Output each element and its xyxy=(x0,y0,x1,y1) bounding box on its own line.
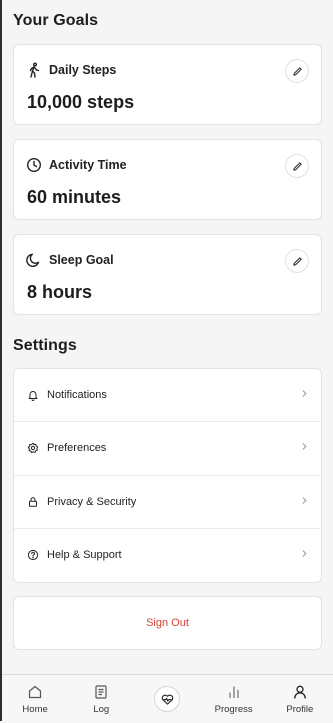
clock-icon xyxy=(26,157,42,173)
user-icon xyxy=(293,685,306,699)
chevron-right-icon xyxy=(302,496,307,504)
goal-header: Sleep Goal xyxy=(26,252,114,268)
edit-activity-time-button[interactable] xyxy=(285,154,309,178)
goal-card-sleep-goal: Sleep Goal 8 hours xyxy=(13,234,322,315)
settings-item-preferences[interactable]: Preferences xyxy=(14,422,321,476)
settings-item-label: Notifications xyxy=(47,389,107,402)
goals-section-title: Your Goals xyxy=(13,12,99,29)
goal-value: 8 hours xyxy=(27,282,93,302)
home-icon xyxy=(28,685,42,698)
chevron-right-icon xyxy=(302,550,307,558)
nav-label: Home xyxy=(22,703,48,715)
settings-item-help-support[interactable]: Help & Support xyxy=(14,529,321,582)
nav-item-home[interactable]: Home xyxy=(5,675,65,723)
heart-pulse-icon xyxy=(161,694,174,705)
lock-icon xyxy=(29,496,37,507)
pencil-icon xyxy=(292,66,302,76)
goal-card-activity-time: Activity Time 60 minutes xyxy=(13,139,322,220)
goal-header: Daily Steps xyxy=(26,62,116,78)
profile-scroll-area[interactable]: Your Goals Daily Steps 10,000 steps Acti… xyxy=(0,0,333,675)
nav-item-center-action[interactable] xyxy=(137,675,197,723)
bell-icon xyxy=(28,391,38,402)
goal-value: 10,000 steps xyxy=(27,92,135,112)
goal-header: Activity Time xyxy=(26,157,127,173)
goal-value: 60 minutes xyxy=(27,187,122,207)
pencil-icon xyxy=(292,256,302,266)
edit-sleep-goal-button[interactable] xyxy=(285,249,309,273)
help-circle-icon xyxy=(27,550,39,561)
goal-label: Sleep Goal xyxy=(49,253,114,267)
settings-list: Notifications Preferences Privacy & Secu… xyxy=(13,368,322,583)
pencil-icon xyxy=(292,161,302,171)
settings-item-label: Help & Support xyxy=(47,549,122,562)
nav-label: Log xyxy=(93,703,110,715)
nav-item-profile[interactable]: Profile xyxy=(270,675,330,723)
nav-item-progress[interactable]: Progress xyxy=(204,675,264,723)
center-action-button[interactable] xyxy=(154,686,181,712)
sign-out-button[interactable]: Sign Out xyxy=(13,596,322,650)
edit-daily-steps-button[interactable] xyxy=(285,59,309,83)
goal-label: Daily Steps xyxy=(49,63,117,77)
nav-item-log[interactable]: Log xyxy=(71,675,131,723)
chevron-right-icon xyxy=(302,443,307,451)
nav-label: Progress xyxy=(214,703,253,715)
settings-item-notifications[interactable]: Notifications xyxy=(14,369,321,423)
settings-item-label: Preferences xyxy=(47,442,107,455)
log-icon xyxy=(95,684,107,699)
moon-icon xyxy=(26,253,40,267)
chevron-right-icon xyxy=(302,390,307,397)
gear-icon xyxy=(27,443,39,454)
bottom-nav: Home Log Progress Profile xyxy=(2,674,333,723)
goal-label: Activity Time xyxy=(49,158,127,172)
settings-item-privacy-security[interactable]: Privacy & Security xyxy=(14,476,321,529)
walking-icon xyxy=(29,62,40,78)
goal-card-daily-steps: Daily Steps 10,000 steps xyxy=(13,44,322,125)
sign-out-label: Sign Out xyxy=(146,617,189,629)
settings-section-title: Settings xyxy=(13,337,77,354)
nav-label: Profile xyxy=(286,703,314,715)
settings-item-label: Privacy & Security xyxy=(47,495,137,508)
bar-chart-icon xyxy=(229,685,239,698)
